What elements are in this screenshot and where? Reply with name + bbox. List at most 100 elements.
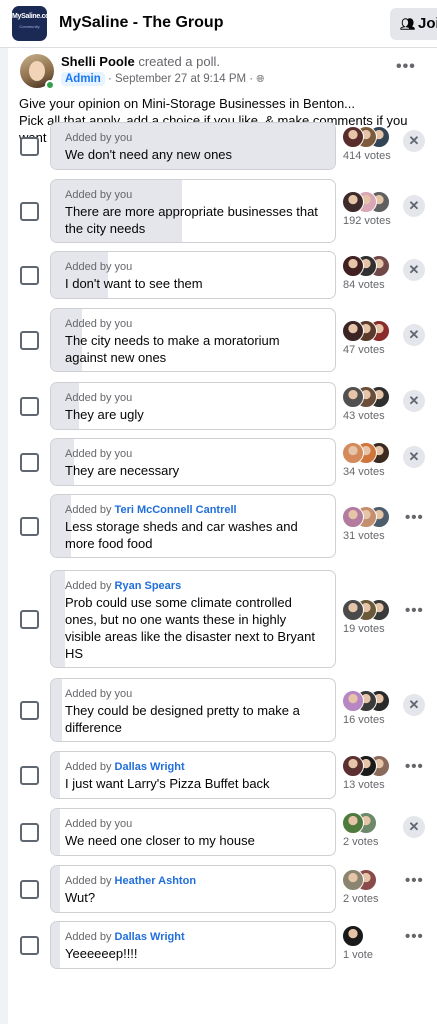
more-options-icon[interactable]: ••• bbox=[405, 602, 424, 619]
added-by-prefix: Added by bbox=[65, 448, 112, 460]
voter-avatars[interactable] bbox=[342, 599, 406, 621]
poll-option-checkbox[interactable] bbox=[20, 936, 39, 955]
voter-avatar bbox=[342, 599, 364, 621]
close-icon[interactable]: ✕ bbox=[403, 130, 425, 152]
voter-avatar bbox=[342, 925, 364, 947]
voter-avatars[interactable] bbox=[342, 442, 406, 464]
poll-option-checkbox[interactable] bbox=[20, 766, 39, 785]
vote-count[interactable]: 1 vote bbox=[343, 949, 373, 961]
vote-count[interactable]: 13 votes bbox=[343, 779, 385, 791]
poll-option: Added by you I don't want to see them 84 v… bbox=[8, 251, 437, 299]
more-options-icon[interactable]: ••• bbox=[405, 928, 424, 945]
more-options-icon[interactable]: ••• bbox=[405, 872, 424, 889]
poll-option-checkbox[interactable] bbox=[20, 397, 39, 416]
poll-option-button[interactable]: Added by Ryan Spears Prob could use some … bbox=[50, 570, 336, 668]
added-by-name[interactable]: Heather Ashton bbox=[115, 875, 197, 887]
poll-option-added-by: Added by Dallas Wright bbox=[65, 930, 325, 944]
poll-option-checkbox[interactable] bbox=[20, 610, 39, 629]
vote-count[interactable]: 47 votes bbox=[343, 344, 385, 356]
poll-option-label: They could be designed pretty to make a … bbox=[65, 703, 300, 735]
vote-count[interactable]: 2 votes bbox=[343, 893, 378, 905]
poll-option-button[interactable]: Added by Dallas Wright I just want Larry'… bbox=[50, 751, 336, 799]
poll-option-added-by: Added by you bbox=[65, 817, 325, 831]
added-by-prefix: Added by bbox=[65, 132, 112, 144]
globe-icon: 🌐︎ bbox=[256, 74, 265, 85]
poll-option-button[interactable]: Added by you There are more appropriate b… bbox=[50, 179, 336, 243]
voter-avatars[interactable] bbox=[342, 925, 406, 947]
voter-avatars[interactable] bbox=[342, 506, 406, 528]
voter-avatars[interactable] bbox=[342, 690, 406, 712]
poll-option-checkbox[interactable] bbox=[20, 823, 39, 842]
poll-option-button[interactable]: Added by you We need one closer to my hou… bbox=[50, 808, 336, 856]
vote-count[interactable]: 16 votes bbox=[343, 714, 385, 726]
poll-option-checkbox[interactable] bbox=[20, 517, 39, 536]
poll-option-added-by: Added by Teri McConnell Cantrell bbox=[65, 503, 325, 517]
poll-option-button[interactable]: Added by you They are ugly bbox=[50, 382, 336, 430]
added-by-name[interactable]: Dallas Wright bbox=[115, 761, 185, 773]
close-icon[interactable]: ✕ bbox=[403, 694, 425, 716]
post-timestamp[interactable]: September 27 at 9:14 PM bbox=[115, 73, 246, 85]
close-icon[interactable]: ✕ bbox=[403, 195, 425, 217]
group-logo-text: MySaline.co bbox=[12, 13, 47, 20]
join-button-label: Join bbox=[418, 15, 437, 32]
poll-option-checkbox[interactable] bbox=[20, 202, 39, 221]
added-by-name: you bbox=[114, 132, 133, 144]
poll-option-label: Yeeeeeep!!!! bbox=[65, 946, 138, 961]
poll-option-checkbox[interactable] bbox=[20, 331, 39, 350]
poll-option-checkbox[interactable] bbox=[20, 701, 39, 720]
poll-option-button[interactable]: Added by you We don't need any new ones bbox=[50, 122, 336, 170]
vote-count[interactable]: 84 votes bbox=[343, 279, 385, 291]
vote-count[interactable]: 34 votes bbox=[343, 466, 385, 478]
online-status-indicator bbox=[45, 80, 55, 90]
poll-option-button[interactable]: Added by you They could be designed prett… bbox=[50, 678, 336, 742]
vote-count[interactable]: 19 votes bbox=[343, 623, 385, 635]
added-by-name[interactable]: Dallas Wright bbox=[115, 931, 185, 943]
poll-option-checkbox[interactable] bbox=[20, 453, 39, 472]
poll-option-checkbox[interactable] bbox=[20, 880, 39, 899]
poll-option-button[interactable]: Added by Heather Ashton Wut? bbox=[50, 865, 336, 913]
poll-option-button[interactable]: Added by Dallas Wright Yeeeeeep!!!! bbox=[50, 921, 336, 969]
vote-count[interactable]: 192 votes bbox=[343, 215, 391, 227]
voter-avatars[interactable] bbox=[342, 386, 406, 408]
more-options-icon[interactable]: ••• bbox=[405, 758, 424, 775]
poll-option-label: I just want Larry's Pizza Buffet back bbox=[65, 776, 270, 791]
poll-option-checkbox[interactable] bbox=[20, 266, 39, 285]
voter-avatars[interactable] bbox=[342, 255, 406, 277]
poll-option-button[interactable]: Added by you They are necessary bbox=[50, 438, 336, 486]
added-by-name[interactable]: Teri McConnell Cantrell bbox=[115, 504, 237, 516]
added-by-prefix: Added by bbox=[65, 875, 112, 887]
vote-count[interactable]: 414 votes bbox=[343, 150, 391, 162]
voter-avatar bbox=[342, 255, 364, 277]
poll-option-button[interactable]: Added by Teri McConnell Cantrell Less sto… bbox=[50, 494, 336, 558]
added-by-prefix: Added by bbox=[65, 189, 112, 201]
poll-option-button[interactable]: Added by you The city needs to make a mor… bbox=[50, 308, 336, 372]
author-name[interactable]: Shelli Poole bbox=[61, 54, 135, 69]
vote-count[interactable]: 31 votes bbox=[343, 530, 385, 542]
close-icon[interactable]: ✕ bbox=[403, 324, 425, 346]
poll-option: Added by you They are necessary 34 votes ✕ bbox=[8, 438, 437, 486]
more-options-icon[interactable]: ••• bbox=[405, 509, 424, 526]
voter-avatars[interactable] bbox=[342, 869, 406, 891]
voter-avatars[interactable] bbox=[342, 126, 406, 148]
poll-option-label: Less storage sheds and car washes and mo… bbox=[65, 519, 298, 551]
poll-option-added-by: Added by you bbox=[65, 188, 325, 202]
group-title[interactable]: MySaline - The Group bbox=[59, 14, 223, 32]
post-more-options-icon[interactable]: ••• bbox=[396, 58, 416, 76]
poll-option-button[interactable]: Added by you I don't want to see them bbox=[50, 251, 336, 299]
vote-count[interactable]: 43 votes bbox=[343, 410, 385, 422]
voter-avatars[interactable] bbox=[342, 812, 406, 834]
voter-avatar bbox=[342, 690, 364, 712]
close-icon[interactable]: ✕ bbox=[403, 446, 425, 468]
voter-avatars[interactable] bbox=[342, 755, 406, 777]
poll-option-checkbox[interactable] bbox=[20, 137, 39, 156]
join-group-button[interactable]: 👥︎Join bbox=[390, 8, 437, 40]
voter-avatars[interactable] bbox=[342, 191, 406, 213]
vote-count[interactable]: 2 votes bbox=[343, 836, 378, 848]
poll-option: Added by Ryan Spears Prob could use some … bbox=[8, 570, 437, 668]
group-logo[interactable]: MySaline.co Community bbox=[12, 6, 47, 41]
added-by-name[interactable]: Ryan Spears bbox=[115, 580, 182, 592]
close-icon[interactable]: ✕ bbox=[403, 390, 425, 412]
close-icon[interactable]: ✕ bbox=[403, 816, 425, 838]
close-icon[interactable]: ✕ bbox=[403, 259, 425, 281]
voter-avatars[interactable] bbox=[342, 320, 406, 342]
